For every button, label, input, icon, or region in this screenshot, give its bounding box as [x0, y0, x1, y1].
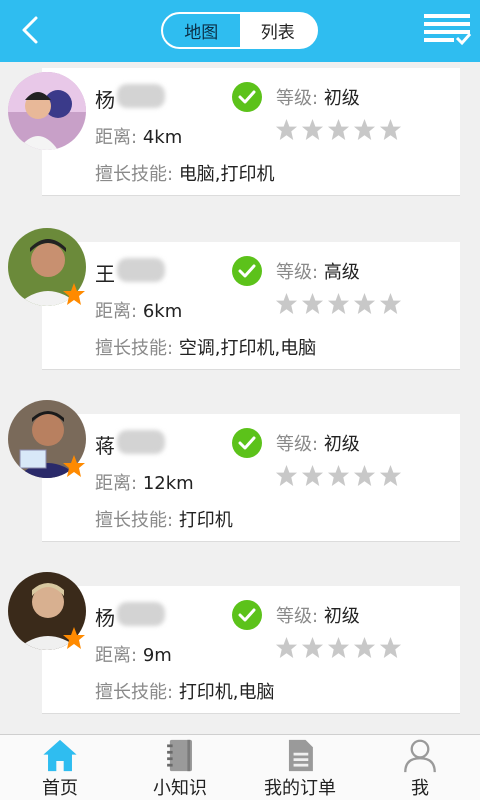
list-check-icon — [424, 14, 472, 46]
star-icon — [327, 464, 350, 487]
technician-list: 杨 等级: 初级 距离: 4km 擅长技能: 电脑,打印机 王 等级: 高级 距… — [0, 62, 480, 734]
name-redaction — [117, 602, 165, 626]
star-icon — [353, 292, 376, 315]
rating-stars — [275, 118, 402, 141]
star-badge-icon — [63, 455, 85, 477]
tab-me[interactable]: 我 — [360, 735, 480, 800]
verified-check-icon — [232, 428, 262, 458]
name-redaction — [117, 430, 165, 454]
rating-stars — [275, 292, 402, 315]
star-badge-icon — [63, 283, 85, 305]
skills-text: 擅长技能: 空调,打印机,电脑 — [95, 338, 317, 359]
top-bar: 地图 列表 — [0, 0, 480, 62]
tab-orders-label: 我的订单 — [264, 778, 336, 799]
user-icon — [404, 739, 436, 773]
name-redaction — [117, 84, 165, 108]
star-icon — [275, 292, 298, 315]
distance-text: 距离: 12km — [95, 473, 194, 494]
chevron-left-icon — [22, 16, 38, 44]
tab-me-label: 我 — [411, 778, 429, 799]
technician-name: 蒋 — [95, 434, 115, 458]
level-text: 等级: 初级 — [276, 606, 360, 627]
star-icon — [379, 292, 402, 315]
star-icon — [275, 636, 298, 659]
technician-card[interactable]: 王 等级: 高级 距离: 6km 擅长技能: 空调,打印机,电脑 — [8, 228, 460, 370]
star-icon — [327, 292, 350, 315]
star-icon — [379, 118, 402, 141]
tab-list[interactable]: 列表 — [240, 14, 317, 47]
home-icon — [43, 739, 77, 772]
bottom-tab-bar: 首页 小知识 我的订单 我 — [0, 734, 480, 800]
skills-text: 擅长技能: 打印机 — [95, 510, 233, 531]
star-icon — [379, 636, 402, 659]
avatar — [8, 72, 86, 150]
star-icon — [353, 464, 376, 487]
rating-stars — [275, 636, 402, 659]
technician-card[interactable]: 杨 等级: 初级 距离: 9m 擅长技能: 打印机,电脑 — [8, 572, 460, 714]
technician-name: 杨 — [95, 88, 115, 112]
name-redaction — [117, 258, 165, 282]
verified-check-icon — [232, 82, 262, 112]
star-icon — [301, 292, 324, 315]
skills-text: 擅长技能: 打印机,电脑 — [95, 682, 275, 703]
back-button[interactable] — [14, 12, 50, 48]
filter-menu-button[interactable] — [422, 12, 472, 48]
star-icon — [275, 118, 298, 141]
level-text: 等级: 高级 — [276, 262, 360, 283]
star-icon — [301, 118, 324, 141]
technician-card[interactable]: 杨 等级: 初级 距离: 4km 擅长技能: 电脑,打印机 — [8, 68, 460, 196]
level-text: 等级: 初级 — [276, 88, 360, 109]
star-icon — [379, 464, 402, 487]
star-icon — [301, 636, 324, 659]
view-toggle: 地图 列表 — [161, 12, 318, 49]
tab-knowledge-label: 小知识 — [153, 778, 207, 799]
star-icon — [327, 118, 350, 141]
tab-knowledge[interactable]: 小知识 — [120, 735, 240, 800]
distance-text: 距离: 4km — [95, 127, 183, 148]
level-text: 等级: 初级 — [276, 434, 360, 455]
star-icon — [301, 464, 324, 487]
technician-name: 杨 — [95, 606, 115, 630]
star-badge-icon — [63, 627, 85, 649]
distance-text: 距离: 6km — [95, 301, 183, 322]
tab-home-label: 首页 — [42, 778, 78, 799]
technician-card[interactable]: 蒋 等级: 初级 距离: 12km 擅长技能: 打印机 — [8, 400, 460, 542]
technician-name: 王 — [95, 262, 115, 286]
notebook-icon — [167, 739, 192, 772]
verified-check-icon — [232, 600, 262, 630]
tab-orders[interactable]: 我的订单 — [240, 735, 360, 800]
order-doc-icon — [288, 739, 313, 772]
skills-text: 擅长技能: 电脑,打印机 — [95, 164, 275, 185]
rating-stars — [275, 464, 402, 487]
star-icon — [353, 636, 376, 659]
star-icon — [275, 464, 298, 487]
verified-check-icon — [232, 256, 262, 286]
distance-text: 距离: 9m — [95, 645, 172, 666]
star-icon — [327, 636, 350, 659]
tab-map[interactable]: 地图 — [163, 14, 240, 47]
star-icon — [353, 118, 376, 141]
tab-home[interactable]: 首页 — [0, 735, 120, 800]
